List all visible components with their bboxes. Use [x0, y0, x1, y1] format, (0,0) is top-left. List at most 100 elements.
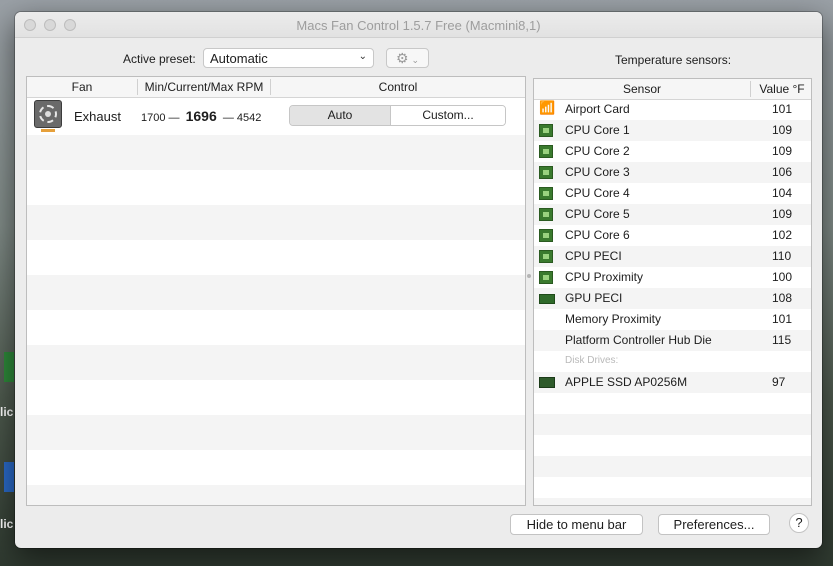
sensor-value: 104: [772, 186, 793, 200]
sensor-name: CPU Proximity: [565, 270, 644, 284]
cpu-chip-icon: [539, 166, 553, 179]
table-stripe: [27, 275, 525, 310]
sensor-row[interactable]: CPU PECI 110: [534, 246, 811, 267]
column-header-value[interactable]: Value °F: [751, 82, 811, 96]
empty-row: [534, 456, 811, 477]
rpm-min: 1700: [141, 112, 166, 124]
rpm-current: 1696: [185, 108, 217, 124]
empty-row: [534, 477, 811, 498]
cpu-chip-icon: [539, 187, 553, 200]
gpu-card-icon: [539, 294, 555, 304]
custom-button[interactable]: Custom...: [390, 106, 505, 125]
empty-row: [534, 435, 811, 456]
cpu-chip-icon: [539, 250, 553, 263]
sensor-name: CPU Core 4: [565, 186, 630, 200]
sensor-value: 100: [772, 270, 793, 284]
empty-row: [534, 498, 811, 505]
table-stripe: [27, 135, 525, 170]
sensor-row[interactable]: Memory Proximity 101: [534, 309, 811, 330]
desktop-icon[interactable]: [4, 462, 14, 492]
fan-icon: [34, 100, 62, 132]
sensor-row[interactable]: APPLE SSD AP0256M 97: [534, 372, 811, 393]
app-window: Macs Fan Control 1.5.7 Free (Macmini8,1)…: [15, 12, 822, 548]
sensor-value: 115: [772, 333, 792, 347]
preset-value: Automatic: [210, 51, 268, 66]
empty-row: [534, 393, 811, 414]
cpu-chip-icon: [539, 208, 553, 221]
fan-name: Exhaust: [74, 109, 121, 124]
sensor-row[interactable]: CPU Core 5 109: [534, 204, 811, 225]
fan-control-segmented: Auto Custom...: [289, 105, 506, 126]
sensor-value: 101: [772, 312, 793, 326]
sensor-row[interactable]: CPU Core 4 104: [534, 183, 811, 204]
sensor-table: Sensor Value °F 📶 Airport Card 101 CPU Core…: [533, 78, 812, 506]
wifi-icon: 📶: [539, 100, 556, 115]
auto-button[interactable]: Auto: [290, 106, 390, 125]
column-header-fan[interactable]: Fan: [27, 80, 137, 94]
sensor-name: GPU PECI: [565, 291, 623, 305]
chevron-down-icon: ⌄: [411, 55, 420, 65]
cpu-chip-icon: [539, 145, 553, 158]
empty-row: [534, 414, 811, 435]
sensor-name: Memory Proximity: [565, 312, 662, 326]
sensor-value: 102: [772, 228, 793, 242]
hide-to-menu-bar-button[interactable]: Hide to menu bar: [510, 514, 643, 535]
fan-row[interactable]: Exhaust 1700 — 1696 — 4542 Auto Custom..…: [27, 97, 525, 135]
sensor-name: CPU Core 5: [565, 207, 630, 221]
fan-table-header: Fan Min/Current/Max RPM Control: [27, 77, 525, 98]
rpm-separator: —: [222, 112, 234, 124]
sensor-row[interactable]: CPU Proximity 100: [534, 267, 811, 288]
sensor-value: 108: [772, 291, 793, 305]
sensor-value: 109: [772, 123, 793, 137]
help-button[interactable]: ?: [789, 513, 809, 533]
desktop-label: lic: [0, 517, 14, 531]
column-header-control[interactable]: Control: [271, 80, 525, 94]
cpu-chip-icon: [539, 124, 553, 137]
active-preset-label: Active preset:: [123, 52, 196, 66]
sensor-row[interactable]: 📶 Airport Card 101: [534, 99, 811, 120]
sensor-value: 97: [772, 375, 786, 389]
title-bar[interactable]: Macs Fan Control 1.5.7 Free (Macmini8,1): [15, 12, 822, 38]
sensor-row[interactable]: CPU Core 2 109: [534, 141, 811, 162]
fan-table: Fan Min/Current/Max RPM Control Exhaust …: [26, 76, 526, 506]
column-header-rpm[interactable]: Min/Current/Max RPM: [138, 80, 270, 94]
sensor-name: CPU Core 1: [565, 123, 630, 137]
rpm-max: 4542: [236, 112, 262, 124]
settings-menu-button[interactable]: ⚙ ⌄: [386, 48, 429, 68]
sensor-name: CPU Core 2: [565, 144, 630, 158]
preferences-button[interactable]: Preferences...: [658, 514, 770, 535]
sensor-row[interactable]: Platform Controller Hub Die 115: [534, 330, 811, 351]
rpm-separator: —: [168, 112, 180, 124]
sensor-value: 101: [772, 102, 793, 116]
desktop-label: lic: [0, 405, 14, 419]
sensor-value: 110: [772, 249, 792, 263]
temperature-sensors-title: Temperature sensors:: [615, 53, 732, 67]
sensor-value: 109: [772, 144, 793, 158]
section-header: Disk Drives:: [534, 351, 811, 372]
sensor-table-header: Sensor Value °F: [534, 79, 811, 100]
preset-select[interactable]: Automatic ⌄: [203, 48, 374, 68]
column-header-sensor[interactable]: Sensor: [534, 82, 750, 96]
table-stripe: [27, 485, 525, 505]
desktop-icon[interactable]: [4, 352, 14, 382]
cpu-chip-icon: [539, 271, 553, 284]
sensor-value: 109: [772, 207, 793, 221]
sensor-name: Platform Controller Hub Die: [565, 333, 712, 347]
table-stripe: [27, 205, 525, 240]
sensor-value: 106: [772, 165, 793, 179]
sensor-row[interactable]: CPU Core 1 109: [534, 120, 811, 141]
sensor-name: APPLE SSD AP0256M: [565, 375, 688, 389]
split-view-handle[interactable]: [527, 274, 531, 278]
cpu-chip-icon: [539, 229, 553, 242]
table-stripe: [27, 415, 525, 450]
sensor-name: CPU PECI: [565, 249, 622, 263]
gear-icon: ⚙: [395, 50, 409, 66]
table-stripe: [27, 345, 525, 380]
window-title: Macs Fan Control 1.5.7 Free (Macmini8,1): [296, 18, 541, 33]
sensor-name: Airport Card: [565, 102, 630, 116]
sensor-row[interactable]: CPU Core 6 102: [534, 225, 811, 246]
sensor-row[interactable]: CPU Core 3 106: [534, 162, 811, 183]
ssd-icon: [539, 377, 555, 388]
chevron-down-icon: ⌄: [358, 51, 367, 62]
sensor-row[interactable]: GPU PECI 108: [534, 288, 811, 309]
